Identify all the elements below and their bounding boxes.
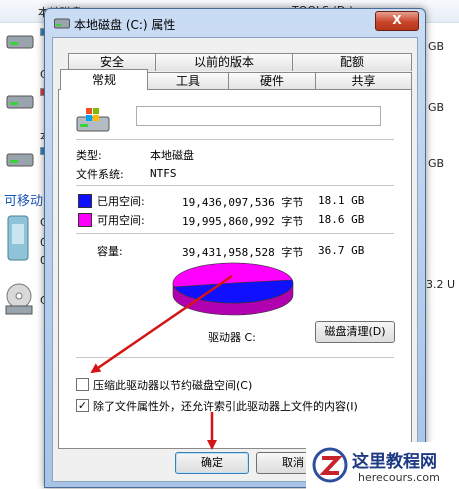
watermark-title: 这里教程网 — [352, 452, 437, 472]
drive-large-icon — [76, 108, 110, 132]
properties-dialog: 本地磁盘 (C:) 属性 X 安全 以前的版本 配额 常规 工具 硬件 共享 类… — [44, 8, 426, 488]
used-space-gb: 18.1 GB — [318, 194, 365, 207]
free-space-label: 可用空间: — [97, 214, 145, 227]
hard-drive-icon[interactable] — [6, 92, 34, 110]
tab-tools[interactable]: 工具 — [147, 72, 229, 90]
tab-label: 以前的版本 — [193, 55, 254, 69]
capacity-gb: 36.7 GB — [318, 244, 365, 257]
free-space-gb: 18.6 GB — [318, 213, 365, 226]
tab-quota[interactable]: 配额 — [292, 53, 412, 71]
tab-label: 安全 — [99, 55, 124, 69]
capacity-bytes: 39,431,958,528 字节 — [182, 246, 304, 259]
separator — [76, 233, 394, 234]
type-value: 本地磁盘 — [150, 149, 194, 162]
tab-general[interactable]: 常规 — [60, 69, 148, 90]
removable-drive-icon[interactable] — [4, 214, 34, 264]
index-checkbox[interactable]: ✓ — [76, 399, 89, 412]
tab-label: 共享 — [351, 74, 376, 88]
free-space-bytes: 19,995,860,992 字节 — [182, 215, 304, 228]
tab-label: 工具 — [175, 74, 200, 88]
used-space-label: 已用空间: — [97, 195, 145, 208]
tab-hardware[interactable]: 硬件 — [228, 72, 316, 90]
separator — [76, 357, 394, 358]
title-bar[interactable]: 本地磁盘 (C:) 属性 X — [45, 9, 425, 37]
filesystem-label: 文件系统: — [76, 168, 124, 181]
free-space-swatch — [78, 213, 92, 227]
filesystem-value: NTFS — [150, 167, 177, 180]
separator — [76, 185, 394, 186]
volume-name-input[interactable] — [136, 106, 381, 126]
tab-label: 常规 — [91, 73, 116, 87]
size-text: 3.2 U — [426, 278, 456, 291]
ok-button[interactable]: 确定 — [175, 452, 249, 474]
size-text: GB — [428, 101, 445, 114]
site-watermark: 这里教程网 herecours.com — [306, 442, 459, 489]
dialog-title: 本地磁盘 (C:) 属性 — [74, 18, 176, 32]
compress-label[interactable]: 压缩此驱动器以节约磁盘空间(C) — [93, 377, 252, 393]
watermark-url: herecours.com — [358, 471, 440, 484]
separator — [76, 139, 394, 140]
used-space-bytes: 19,436,097,536 字节 — [182, 196, 304, 209]
tab-label: 硬件 — [259, 74, 284, 88]
capacity-label: 容量: — [97, 245, 123, 258]
used-space-swatch — [78, 194, 92, 208]
compress-checkbox[interactable] — [76, 378, 89, 391]
removable-section-heading[interactable]: 可移动 — [4, 190, 43, 209]
tab-sharing[interactable]: 共享 — [315, 72, 412, 90]
type-label: 类型: — [76, 149, 102, 162]
index-label[interactable]: 除了文件属性外，还允许索引此驱动器上文件的内容(I) — [93, 398, 358, 414]
hard-drive-icon[interactable] — [6, 32, 34, 50]
hard-drive-icon[interactable] — [6, 150, 34, 168]
disk-usage-pie-chart — [172, 262, 294, 316]
cd-drive-icon[interactable] — [4, 282, 34, 316]
tab-previous-versions[interactable]: 以前的版本 — [155, 53, 293, 71]
close-button[interactable]: X — [375, 11, 419, 31]
drive-icon — [54, 18, 70, 29]
site-logo-icon — [312, 447, 348, 483]
disk-cleanup-button[interactable]: 磁盘清理(D) — [315, 321, 395, 343]
size-text: GB — [428, 40, 445, 53]
drive-caption: 驱动器 C: — [208, 331, 256, 344]
size-text: GB — [428, 157, 445, 170]
tab-label: 配额 — [339, 55, 364, 69]
